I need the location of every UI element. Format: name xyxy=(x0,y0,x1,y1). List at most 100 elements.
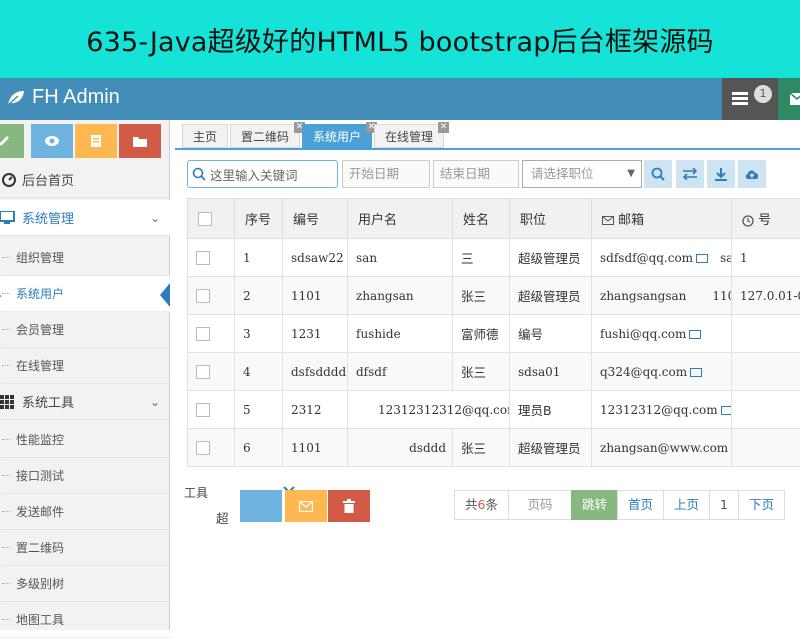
cell-extra2 xyxy=(732,429,800,467)
upload-button[interactable] xyxy=(738,160,766,188)
sidebar-item-tree[interactable]: 多级别树 xyxy=(0,566,170,602)
shortcut-edit-button[interactable] xyxy=(0,124,24,158)
go-label: 跳转 xyxy=(582,497,607,512)
tab-online[interactable]: 在线管理 ✕ xyxy=(374,124,444,148)
tab-system-users[interactable]: 系统用户 ✕ xyxy=(302,124,372,148)
end-date-input[interactable]: 结束日期 xyxy=(433,160,519,188)
row-checkbox[interactable] xyxy=(196,289,210,303)
row-checkbox[interactable] xyxy=(196,251,210,265)
page-number-input[interactable]: 页码 xyxy=(508,490,572,520)
column-header[interactable]: 职位 xyxy=(510,199,592,239)
cell-username[interactable]: 12312312312@qq.com xyxy=(348,391,510,429)
cell-name: 三 xyxy=(453,239,510,277)
search-input[interactable]: 这里输入关键词 xyxy=(187,160,338,188)
email-link[interactable]: sdfsdf@qq.com xyxy=(600,251,693,265)
shortcut-view-button[interactable] xyxy=(31,124,73,158)
column-header[interactable]: 姓名 xyxy=(453,199,510,239)
table-row[interactable]: 4 dsfsdddd dfsdf 张三 sdsa01 q324@qq.com xyxy=(188,353,800,391)
row-checkbox[interactable] xyxy=(196,365,210,379)
table-row[interactable]: 2 1101 zhangsan 张三 超级管理员 zhangsangsan110… xyxy=(188,277,800,315)
toggle-button[interactable] xyxy=(676,160,704,188)
sidebar-item-send-mail[interactable]: 发送邮件 xyxy=(0,494,170,530)
tab-qrcode[interactable]: 置二维码 ✕ xyxy=(230,124,300,148)
sidebar-group-tools[interactable]: 系统工具 ⌄ xyxy=(0,384,170,420)
email-link[interactable]: q324@qq.com xyxy=(600,365,687,379)
batch-action-button[interactable] xyxy=(240,490,282,522)
email-link[interactable]: fushi@qq.com xyxy=(600,327,686,341)
cell-username[interactable]: san xyxy=(348,239,453,277)
email-link[interactable]: 12312312@qq.com xyxy=(600,403,718,417)
cloud-upload-icon xyxy=(744,168,760,180)
prev-page-button[interactable]: 上页 xyxy=(663,490,710,520)
first-page-button[interactable]: 首页 xyxy=(617,490,664,520)
row-select-cell[interactable] xyxy=(188,429,235,467)
email-link[interactable]: zhangsan@www.com xyxy=(600,441,728,455)
column-header-email[interactable]: 邮箱 xyxy=(592,199,732,239)
role-select[interactable]: 请选择职位 ▼ xyxy=(522,160,642,188)
send-mail-button[interactable] xyxy=(285,490,327,522)
cell-email[interactable]: sdfsdf@qq.comsan xyxy=(592,239,732,277)
select-all-cell[interactable] xyxy=(188,199,235,239)
tab-home[interactable]: 主页 xyxy=(182,124,228,148)
sidebar-item-label: 地图工具 xyxy=(16,611,64,628)
download-button[interactable] xyxy=(707,160,735,188)
column-header[interactable]: 用户名 xyxy=(348,199,453,239)
table-row[interactable]: 3 1231 fushide 富师德 编号 fushi@qq.com xyxy=(188,315,800,353)
email-link[interactable]: zhangsangsan xyxy=(600,289,686,303)
sidebar-item-online[interactable]: 在线管理 xyxy=(0,348,170,384)
row-select-cell[interactable] xyxy=(188,315,235,353)
brand[interactable]: FH Admin xyxy=(6,86,120,109)
sidebar-item-api-test[interactable]: 接口测试 xyxy=(0,458,170,494)
top-navbar: FH Admin 1 xyxy=(0,78,800,120)
messages-button[interactable] xyxy=(778,78,800,120)
tab-label: 在线管理 xyxy=(385,130,433,144)
row-select-cell[interactable] xyxy=(188,353,235,391)
tasks-button[interactable]: 1 xyxy=(722,78,778,120)
next-page-button[interactable]: 下页 xyxy=(738,490,785,520)
sidebar-item-home[interactable]: 后台首页 xyxy=(0,162,170,198)
sidebar-group-label: 系统工具 xyxy=(22,392,74,411)
column-header-number[interactable]: 号 xyxy=(732,199,800,239)
cell-username[interactable]: zhangsan xyxy=(348,277,453,315)
cell-username[interactable]: dfsdf xyxy=(348,353,453,391)
cell-code: dsfsdddd xyxy=(283,353,348,391)
row-checkbox[interactable] xyxy=(196,403,210,417)
cell-email[interactable]: q324@qq.com xyxy=(592,353,732,391)
start-date-input[interactable]: 开始日期 xyxy=(342,160,430,188)
table-row[interactable]: 5 2312 12312312312@qq.com 理员B 12312312@q… xyxy=(188,391,800,429)
download-icon xyxy=(714,167,728,181)
sidebar-item-members[interactable]: 会员管理 xyxy=(0,312,170,348)
sidebar-item-qrcode[interactable]: 置二维码 xyxy=(0,530,170,566)
go-button[interactable]: 跳转 xyxy=(571,490,618,520)
sidebar-item-system-users[interactable]: › 系统用户 xyxy=(0,276,170,312)
shortcut-folder-button[interactable] xyxy=(119,124,161,158)
cell-email[interactable]: zhangsan@www.com xyxy=(592,429,732,467)
cell-username[interactable]: fushide xyxy=(348,315,453,353)
column-header[interactable]: 序号 xyxy=(235,199,283,239)
shortcut-book-button[interactable] xyxy=(75,124,117,158)
row-checkbox[interactable] xyxy=(196,327,210,341)
column-header[interactable]: 编号 xyxy=(283,199,348,239)
row-select-cell[interactable] xyxy=(188,277,235,315)
row-checkbox[interactable] xyxy=(196,441,210,455)
cell-email[interactable]: zhangsangsan1101 xyxy=(592,277,732,315)
cell-email[interactable]: fushi@qq.com xyxy=(592,315,732,353)
current-page[interactable]: 1 xyxy=(709,490,739,520)
search-button[interactable] xyxy=(644,160,672,188)
cell-username[interactable]: dsddd xyxy=(348,429,453,467)
sidebar-item-monitor[interactable]: 性能监控 xyxy=(0,422,170,458)
table-row[interactable]: 1 sdsaw22 san 三 超级管理员 sdfsdf@qq.comsan 1 xyxy=(188,239,800,277)
table-row[interactable]: 6 1101 dsddd 张三 超级管理员 zhangsan@www.com xyxy=(188,429,800,467)
sidebar-group-system[interactable]: 系统管理 ⌄ xyxy=(0,200,170,236)
row-select-cell[interactable] xyxy=(188,239,235,277)
cell-email[interactable]: 12312312@qq.com xyxy=(592,391,732,429)
row-select-cell[interactable] xyxy=(188,391,235,429)
sidebar-item-org[interactable]: 组织管理 xyxy=(0,240,170,276)
delete-button[interactable] xyxy=(328,490,370,522)
close-icon[interactable]: ✕ xyxy=(438,122,449,133)
sidebar-item-map[interactable]: 地图工具 xyxy=(0,602,170,638)
cell-no: 1 xyxy=(235,239,283,277)
banner-text: 635-Java超级好的HTML5 bootstrap后台框架源码 xyxy=(86,20,714,59)
cell-role: 超级管理员 xyxy=(510,429,592,467)
select-all-checkbox[interactable] xyxy=(198,212,212,226)
